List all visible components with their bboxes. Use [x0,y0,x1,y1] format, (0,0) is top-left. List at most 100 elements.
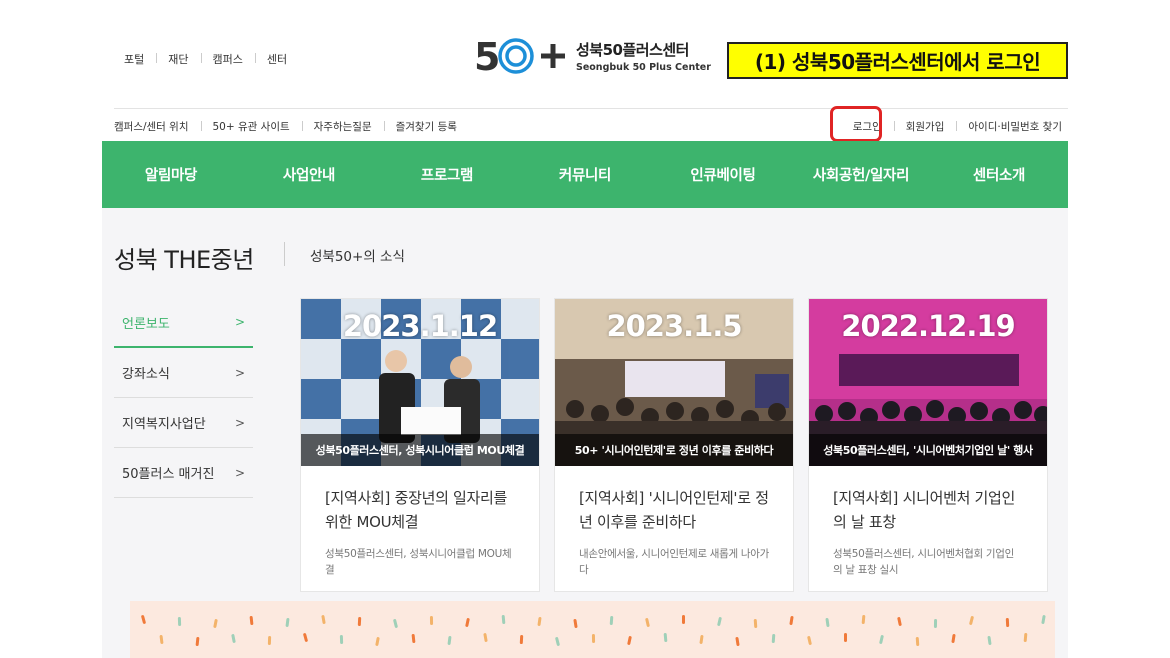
news-card[interactable]: 2022.12.19 성북50플러스센터, '시니어벤처기업인 날' 행사 [지… [808,298,1048,592]
page-title: 성북 THE중년 [114,246,254,274]
portal-link-foundation[interactable]: 재단 [156,51,200,67]
banner-dash [627,635,632,646]
banner-dash [735,636,740,647]
banner-dash [682,615,685,624]
side-item-label: 50플러스 매거진 [122,467,215,482]
side-item-press[interactable]: 언론보도 > [114,298,253,348]
banner-dash [302,632,309,643]
news-title[interactable]: [지역사회] 시니어벤처 기업인의 날 표창 [809,466,1047,534]
banner-dash [465,617,470,628]
util-link-faq[interactable]: 자주하는질문 [301,119,384,134]
portal-link-center[interactable]: 센터 [254,51,299,67]
banner-dash [609,615,614,626]
login-highlight-box [830,106,882,142]
banner-dash [375,636,380,647]
banner-dash [483,632,488,643]
banner-dash [663,632,668,643]
banner-dash [915,636,920,647]
side-item-label: 지역복지사업단 [122,417,206,432]
news-description: 성북50플러스센터, 성북시니어클럽 MOU체결 [325,548,512,576]
util-link-bookmark[interactable]: 즐겨찾기 등록 [383,119,469,134]
news-thumbnail: 2023.1.12 성북50플러스센터, 성북시니어클럽 MOU체결 [301,299,539,466]
logo-name-kr: 성북50플러스센터 [576,41,689,59]
banner-dash [392,618,399,629]
utility-links-left: 캠퍼스/센터 위치 50+ 유관 사이트 자주하는질문 즐겨찾기 등록 [114,119,469,134]
nav-item-community[interactable]: 커뮤니티 [516,141,654,208]
banner-dash [861,614,866,625]
chevron-right-icon: > [234,315,245,329]
site-logo[interactable]: 5 성북50플러스센터 Seongbuk 50 Plus Center [474,34,711,78]
main-navigation: 알림마당 사업안내 프로그램 커뮤니티 인큐베이팅 사회공헌/일자리 센터소개 [102,141,1068,208]
chevron-right-icon: > [234,415,245,430]
news-date: 2023.1.5 [606,309,742,343]
nav-item-about[interactable]: 센터소개 [930,141,1068,208]
promo-banner[interactable] [130,601,1055,658]
logo-name-en: Seongbuk 50 Plus Center [576,62,711,73]
side-item-lectures[interactable]: 강좌소식 > [114,348,253,398]
banner-dash [501,614,506,625]
signup-link[interactable]: 회원가입 [893,119,957,134]
util-link-location[interactable]: 캠퍼스/센터 위치 [114,119,201,134]
banner-dash [968,615,975,626]
banner-dash [285,617,290,628]
nav-item-program[interactable]: 프로그램 [378,141,516,208]
news-caption: 성북50플러스센터, 성북시니어클럽 MOU체결 [301,434,539,466]
banner-dash [844,633,847,642]
banner-dash [789,615,794,626]
util-link-related-sites[interactable]: 50+ 유관 사이트 [200,119,302,134]
banner-dash [140,614,147,625]
banner-dash [1041,614,1046,625]
news-title[interactable]: [지역사회] 중장년의 일자리를 위한 MOU체결 [301,466,539,534]
nav-item-business[interactable]: 사업안내 [240,141,378,208]
banner-dash [447,635,452,646]
banner-dash [1023,632,1028,643]
banner-dash [573,618,578,629]
news-card[interactable]: 2023.1.12 성북50플러스센터, 성북시니어클럽 MOU체결 [지역사회… [300,298,540,592]
nav-item-notice[interactable]: 알림마당 [102,141,240,208]
banner-dash [645,617,650,628]
side-item-welfare[interactable]: 지역복지사업단 > [114,398,253,448]
side-menu: 언론보도 > 강좌소식 > 지역복지사업단 > 50플러스 매거진 > [114,298,253,498]
banner-dash [825,617,830,628]
banner-dash [357,616,362,627]
side-item-magazine[interactable]: 50플러스 매거진 > [114,448,253,498]
banner-dash [699,634,704,645]
news-card[interactable]: 2023.1.5 50+ '시니어인턴제'로 정년 이후를 준비하다 [지역사회… [554,298,794,592]
portal-link-portal[interactable]: 포털 [114,51,156,67]
side-item-label: 언론보도 [122,316,170,332]
banner-dash [951,633,956,644]
news-date: 2023.1.12 [342,309,498,343]
banner-dash [987,635,992,646]
news-thumbnail: 2022.12.19 성북50플러스센터, '시니어벤처기업인 날' 행사 [809,299,1047,466]
banner-dash [897,616,902,627]
portal-link-campus[interactable]: 캠퍼스 [200,51,255,67]
banner-dash [195,636,200,647]
news-date: 2022.12.19 [841,309,1015,343]
find-account-link[interactable]: 아이디·비밀번호 찾기 [956,119,1062,134]
banner-dash [771,633,776,644]
news-title[interactable]: [지역사회] '시니어인턴제'로 정년 이후를 준비하다 [555,466,793,534]
banner-dash [1005,617,1010,628]
banner-dash [933,618,938,629]
banner-dash [321,614,326,625]
utility-divider [114,108,1068,109]
page-subtitle: 성북50+의 소식 [310,249,405,265]
banner-dash [159,634,164,645]
banner-dash [591,633,596,644]
instruction-annotation: (1) 성북50플러스센터에서 로그인 [727,42,1068,79]
news-thumbnail: 2023.1.5 50+ '시니어인턴제'로 정년 이후를 준비하다 [555,299,793,466]
banner-dash [213,618,218,629]
logo-mark-icon: 5 [474,34,566,78]
banner-dash [519,634,524,645]
nav-item-incubating[interactable]: 인큐베이팅 [654,141,792,208]
news-caption: 50+ '시니어인턴제'로 정년 이후를 준비하다 [555,434,793,466]
banner-dash [411,633,416,644]
banner-dash [339,634,344,645]
news-caption: 성북50플러스센터, '시니어벤처기업인 날' 행사 [809,434,1047,466]
banner-dash [807,635,812,646]
nav-item-social-jobs[interactable]: 사회공헌/일자리 [792,141,930,208]
portal-links: 포털 재단 캠퍼스 센터 [114,51,299,67]
banner-dash [537,616,542,627]
side-item-label: 강좌소식 [122,367,170,382]
banner-dash [429,615,434,626]
